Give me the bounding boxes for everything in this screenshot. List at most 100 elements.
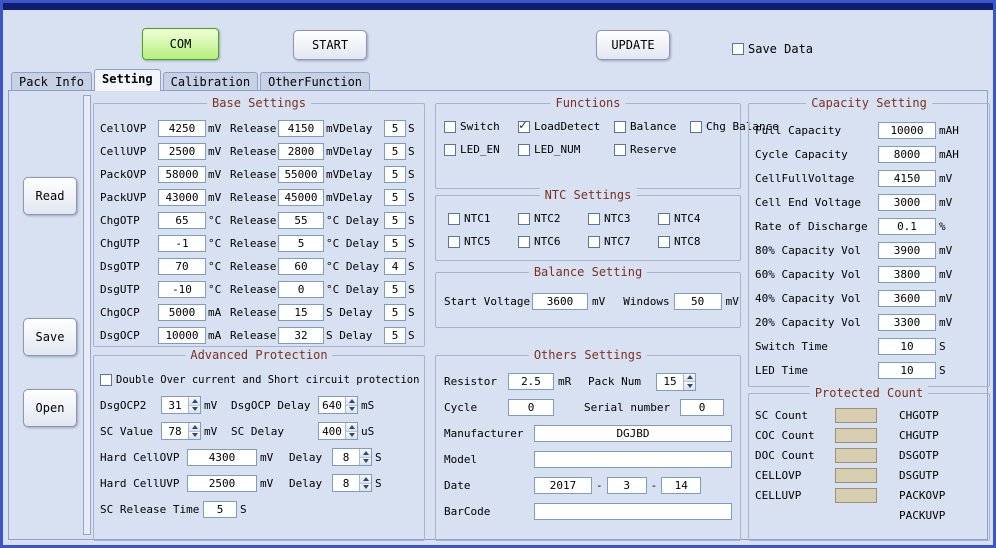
stepper-down-button[interactable] xyxy=(346,431,357,440)
checkbox-icon[interactable] xyxy=(518,144,530,156)
value-stepper[interactable]: 31 xyxy=(161,396,201,414)
release-value-input[interactable] xyxy=(278,212,324,229)
stepper-down-button[interactable] xyxy=(360,457,371,466)
param-value-input[interactable] xyxy=(878,242,936,259)
stepper-down-button[interactable] xyxy=(189,405,200,414)
stepper-up-button[interactable] xyxy=(360,449,371,457)
checkbox-icon[interactable] xyxy=(444,121,456,133)
ntc-checkbox[interactable]: NTC8 xyxy=(658,235,728,248)
tab[interactable]: Setting xyxy=(94,69,161,91)
checkbox-icon[interactable] xyxy=(690,121,702,133)
ntc-checkbox[interactable]: NTC3 xyxy=(588,212,658,225)
release-value-input[interactable] xyxy=(278,258,324,275)
delay-value-input[interactable] xyxy=(384,143,406,160)
delay-stepper[interactable]: 400 xyxy=(318,422,358,440)
function-checkbox[interactable]: LED_EN xyxy=(444,143,518,156)
tab[interactable]: Calibration xyxy=(163,72,258,91)
param-value-input[interactable] xyxy=(158,281,206,298)
param-value-input[interactable] xyxy=(878,338,936,355)
value-stepper[interactable]: 78 xyxy=(161,422,201,440)
ntc-checkbox[interactable]: NTC1 xyxy=(448,212,518,225)
param-value-input[interactable] xyxy=(187,475,257,492)
start-voltage-input[interactable] xyxy=(532,293,588,310)
param-value-input[interactable] xyxy=(878,314,936,331)
function-checkbox[interactable]: LoadDetect xyxy=(518,120,614,133)
checkbox-icon[interactable] xyxy=(588,213,600,225)
update-button[interactable]: UPDATE xyxy=(596,30,670,60)
param-value-input[interactable] xyxy=(878,122,936,139)
ntc-checkbox[interactable]: NTC4 xyxy=(658,212,728,225)
param-value-input[interactable] xyxy=(878,218,936,235)
delay-value-input[interactable] xyxy=(384,120,406,137)
checkbox-icon[interactable] xyxy=(588,236,600,248)
ntc-checkbox[interactable]: NTC7 xyxy=(588,235,658,248)
side-button[interactable]: Read xyxy=(23,177,77,215)
stepper-up-button[interactable] xyxy=(189,423,200,431)
cycle-input[interactable] xyxy=(508,399,554,416)
ntc-checkbox[interactable]: NTC6 xyxy=(518,235,588,248)
param-value-input[interactable] xyxy=(158,304,206,321)
param-value-input[interactable] xyxy=(878,146,936,163)
serial-number-input[interactable] xyxy=(680,399,724,416)
side-button[interactable]: Save xyxy=(23,318,77,356)
release-value-input[interactable] xyxy=(278,143,324,160)
resistor-input[interactable] xyxy=(508,373,554,390)
delay-stepper[interactable]: 8 xyxy=(332,474,372,492)
tab[interactable]: OtherFunction xyxy=(260,72,370,91)
delay-value-input[interactable] xyxy=(384,327,406,344)
ntc-checkbox[interactable]: NTC2 xyxy=(518,212,588,225)
param-value-input[interactable] xyxy=(878,290,936,307)
checkbox-icon[interactable] xyxy=(444,144,456,156)
manufacturer-input[interactable] xyxy=(534,425,732,442)
date-year-input[interactable] xyxy=(534,477,592,494)
stepper-down-button[interactable] xyxy=(684,381,695,390)
param-value-input[interactable] xyxy=(878,362,936,379)
side-button[interactable]: Open xyxy=(23,389,77,427)
param-value-input[interactable] xyxy=(158,189,206,206)
release-value-input[interactable] xyxy=(278,304,324,321)
checkbox-icon[interactable] xyxy=(658,236,670,248)
stepper-up-button[interactable] xyxy=(684,374,695,382)
double-protection-checkbox[interactable]: Double Over current and Short circuit pr… xyxy=(100,368,418,392)
delay-stepper[interactable]: 640 xyxy=(318,396,358,414)
delay-value-input[interactable] xyxy=(384,189,406,206)
function-checkbox[interactable]: LED_NUM xyxy=(518,143,614,156)
stepper-down-button[interactable] xyxy=(360,483,371,492)
release-value-input[interactable] xyxy=(278,166,324,183)
com-button[interactable]: COM xyxy=(142,28,219,60)
start-button[interactable]: START xyxy=(293,30,367,60)
checkbox-icon[interactable] xyxy=(448,236,460,248)
checkbox-icon[interactable] xyxy=(518,236,530,248)
release-value-input[interactable] xyxy=(278,235,324,252)
release-value-input[interactable] xyxy=(278,281,324,298)
release-value-input[interactable] xyxy=(278,189,324,206)
checkbox-icon[interactable] xyxy=(518,121,530,133)
param-value-input[interactable] xyxy=(158,120,206,137)
tab[interactable]: Pack Info xyxy=(11,72,92,91)
stepper-up-button[interactable] xyxy=(189,397,200,405)
param-value-input[interactable] xyxy=(878,170,936,187)
function-checkbox[interactable]: Switch xyxy=(444,120,518,133)
param-value-input[interactable] xyxy=(158,258,206,275)
param-value-input[interactable] xyxy=(878,266,936,283)
function-checkbox[interactable]: Balance xyxy=(614,120,690,133)
delay-value-input[interactable] xyxy=(384,166,406,183)
checkbox-icon[interactable] xyxy=(658,213,670,225)
param-value-input[interactable] xyxy=(158,235,206,252)
ntc-checkbox[interactable]: NTC5 xyxy=(448,235,518,248)
date-month-input[interactable] xyxy=(607,477,647,494)
model-input[interactable] xyxy=(534,451,732,468)
checkbox-icon[interactable] xyxy=(100,374,112,386)
checkbox-icon[interactable] xyxy=(448,213,460,225)
param-value-input[interactable] xyxy=(158,212,206,229)
delay-value-input[interactable] xyxy=(384,212,406,229)
checkbox-icon[interactable] xyxy=(614,121,626,133)
pack-num-stepper[interactable]: 15 xyxy=(656,373,696,391)
delay-value-input[interactable] xyxy=(384,304,406,321)
checkbox-icon[interactable] xyxy=(614,144,626,156)
vertical-scrollbar[interactable] xyxy=(83,95,91,535)
stepper-down-button[interactable] xyxy=(346,405,357,414)
checkbox-icon[interactable] xyxy=(518,213,530,225)
param-value-input[interactable] xyxy=(878,194,936,211)
barcode-input[interactable] xyxy=(534,503,732,520)
